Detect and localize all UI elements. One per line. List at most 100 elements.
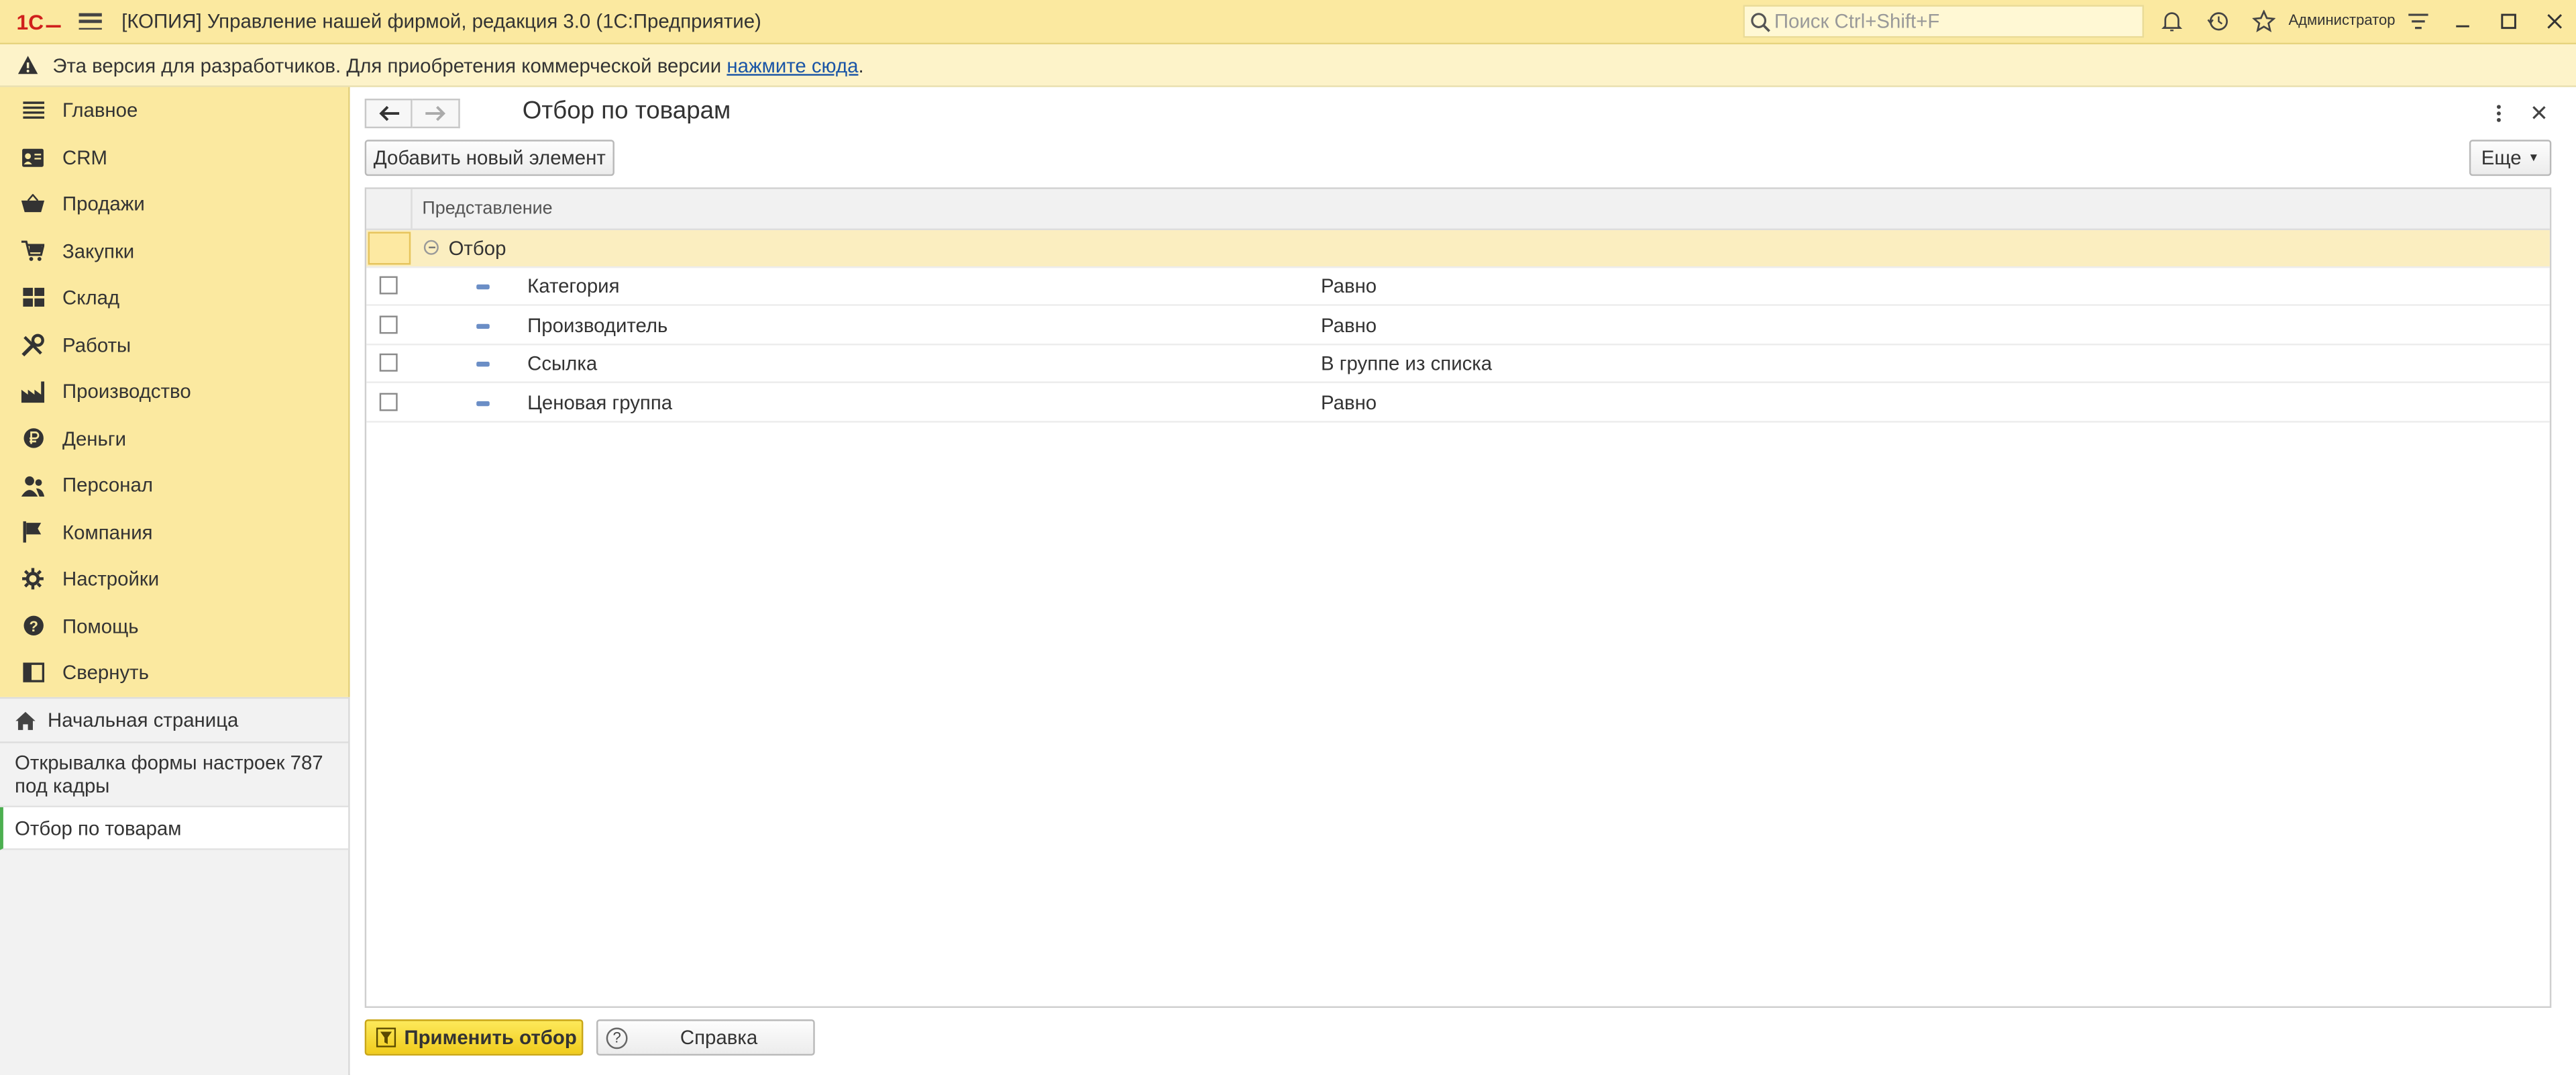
sidebar-item-main[interactable]: Главное	[0, 87, 348, 134]
checkbox-column-header	[366, 189, 413, 229]
history-icon[interactable]	[2203, 7, 2233, 36]
sidebar-item-production[interactable]: Производство	[0, 368, 348, 415]
sidebar-item-label: Закупки	[62, 239, 135, 262]
row-condition: Равно	[1320, 313, 1377, 337]
table-row[interactable]: Категория Равно	[366, 268, 2550, 306]
sections-panel: Главное CRM Продажи Закупки Склад Работы…	[0, 87, 350, 697]
row-checkbox[interactable]	[379, 276, 398, 295]
search-icon	[1750, 11, 1771, 32]
sidebar-item-money[interactable]: Деньги	[0, 415, 348, 462]
group-checkbox[interactable]	[368, 232, 411, 265]
close-window-icon[interactable]	[2532, 5, 2576, 38]
more-actions-icon[interactable]	[2491, 102, 2507, 125]
sidebar-item-company[interactable]: Компания	[0, 509, 348, 555]
home-page-label: Начальная страница	[48, 709, 239, 732]
row-condition: В группе из списка	[1320, 352, 1493, 375]
collapse-group-icon[interactable]	[423, 240, 439, 255]
filter-item-icon	[476, 400, 490, 405]
filter-item-icon	[476, 284, 490, 290]
settings-lines-icon[interactable]	[2407, 11, 2430, 31]
sidebar-item-collapse[interactable]: Свернуть	[0, 650, 348, 696]
apply-filter-button[interactable]: Применить отбор	[364, 1019, 584, 1056]
star-icon[interactable]	[2249, 7, 2279, 36]
table-row[interactable]: Ценовая группа Равно	[366, 384, 2550, 422]
row-checkbox[interactable]	[379, 353, 398, 372]
sidebar-item-label: Персонал	[62, 473, 153, 497]
banner-text: Эта версия для разработчиков. Для приобр…	[52, 54, 863, 76]
svg-text:1С: 1С	[16, 10, 44, 33]
arrow-left-icon	[378, 105, 398, 121]
help-icon: ?	[606, 1027, 628, 1049]
main-menu-icon[interactable]	[78, 10, 102, 33]
minimize-icon[interactable]	[2440, 5, 2486, 38]
app-title: [КОПИЯ] Управление нашей фирмой, редакци…	[121, 9, 761, 34]
row-checkbox[interactable]	[379, 392, 398, 411]
sidebar-item-sales[interactable]: Продажи	[0, 181, 348, 227]
1c-logo-icon[interactable]: 1С	[16, 10, 62, 33]
sidebar-item-label: Деньги	[62, 426, 126, 450]
basket-icon	[21, 193, 45, 215]
row-field-name: Производитель	[527, 313, 668, 337]
sidebar-item-label: Продажи	[62, 192, 145, 215]
sidebar-item-label: Помощь	[62, 614, 139, 637]
table-row[interactable]: Ссылка В группе из списка	[366, 346, 2550, 383]
sidebar-item-label: Компания	[62, 520, 153, 544]
sidebar-item-label: Свернуть	[62, 660, 149, 684]
filter-table: Представление Отбор Категория Равно Прои…	[364, 187, 2552, 1008]
table-row-group[interactable]: Отбор	[366, 230, 2550, 268]
sidebar-item-settings[interactable]: Настройки	[0, 556, 348, 602]
open-window-item-active[interactable]: Отбор по товарам	[0, 807, 349, 850]
home-page-item[interactable]: Начальная страница	[0, 699, 349, 744]
open-window-item[interactable]: Открывалка формы настроек 787 под кадры	[0, 741, 349, 808]
banner-link[interactable]: нажмите сюда	[727, 54, 858, 76]
row-checkbox[interactable]	[379, 315, 398, 334]
sidebar-item-warehouse[interactable]: Склад	[0, 274, 348, 321]
filter-item-icon	[476, 323, 490, 328]
table-row[interactable]: Производитель Равно	[366, 307, 2550, 345]
svg-text:?: ?	[28, 618, 37, 635]
maximize-icon[interactable]	[2485, 5, 2532, 38]
sidebar-item-staff[interactable]: Персонал	[0, 462, 348, 509]
form-title: Отбор по товарам	[522, 97, 731, 125]
sidebar-item-crm[interactable]: CRM	[0, 134, 348, 181]
sidebar-item-help[interactable]: ? Помощь	[0, 603, 348, 649]
cart-icon	[21, 240, 45, 262]
banner-tail: .	[858, 53, 864, 76]
warehouse-grid-icon	[21, 286, 44, 309]
filter-item-icon	[476, 362, 490, 367]
more-button-label: Еще	[2481, 146, 2522, 170]
home-icon	[15, 709, 36, 731]
row-field-name: Ссылка	[527, 352, 598, 375]
help-button[interactable]: ? Справка	[596, 1019, 815, 1056]
ruble-coin-icon	[21, 427, 44, 450]
open-windows-panel: Начальная страница Открывалка формы наст…	[0, 697, 350, 1075]
add-new-element-button[interactable]: Добавить новый элемент	[364, 140, 614, 176]
chevron-down-icon: ▼	[2528, 152, 2540, 164]
question-icon: ?	[21, 614, 44, 637]
sidebar-item-label: Настройки	[62, 567, 160, 591]
group-label: Отбор	[448, 236, 506, 260]
people-icon	[21, 474, 45, 497]
search-input[interactable]: Поиск Ctrl+Shift+F	[1743, 5, 2144, 38]
row-condition: Равно	[1320, 274, 1377, 298]
flag-icon	[21, 520, 44, 543]
row-field-name: Ценовая группа	[527, 390, 673, 414]
more-button[interactable]: Еще ▼	[2469, 140, 2552, 176]
sidebar-item-works[interactable]: Работы	[0, 321, 348, 368]
row-field-name: Категория	[527, 274, 620, 298]
factory-icon	[21, 380, 45, 403]
close-form-icon[interactable]	[2527, 100, 2550, 123]
open-window-label: Открывалка формы настроек 787 под кадры	[15, 750, 323, 797]
user-name[interactable]: Администратор	[2288, 11, 2395, 28]
back-button[interactable]	[364, 99, 413, 129]
bell-icon[interactable]	[2157, 7, 2187, 36]
column-header-representation[interactable]: Представление	[422, 199, 552, 218]
sidebar-item-purchases[interactable]: Закупки	[0, 227, 348, 274]
collapse-panel-icon	[21, 661, 44, 684]
menu-lines-icon	[21, 99, 44, 121]
forward-button[interactable]	[412, 99, 460, 129]
arrow-right-icon	[425, 105, 446, 121]
warning-icon	[16, 54, 39, 76]
search-placeholder: Поиск Ctrl+Shift+F	[1774, 9, 1940, 34]
open-window-label: Отбор по товарам	[15, 816, 182, 839]
